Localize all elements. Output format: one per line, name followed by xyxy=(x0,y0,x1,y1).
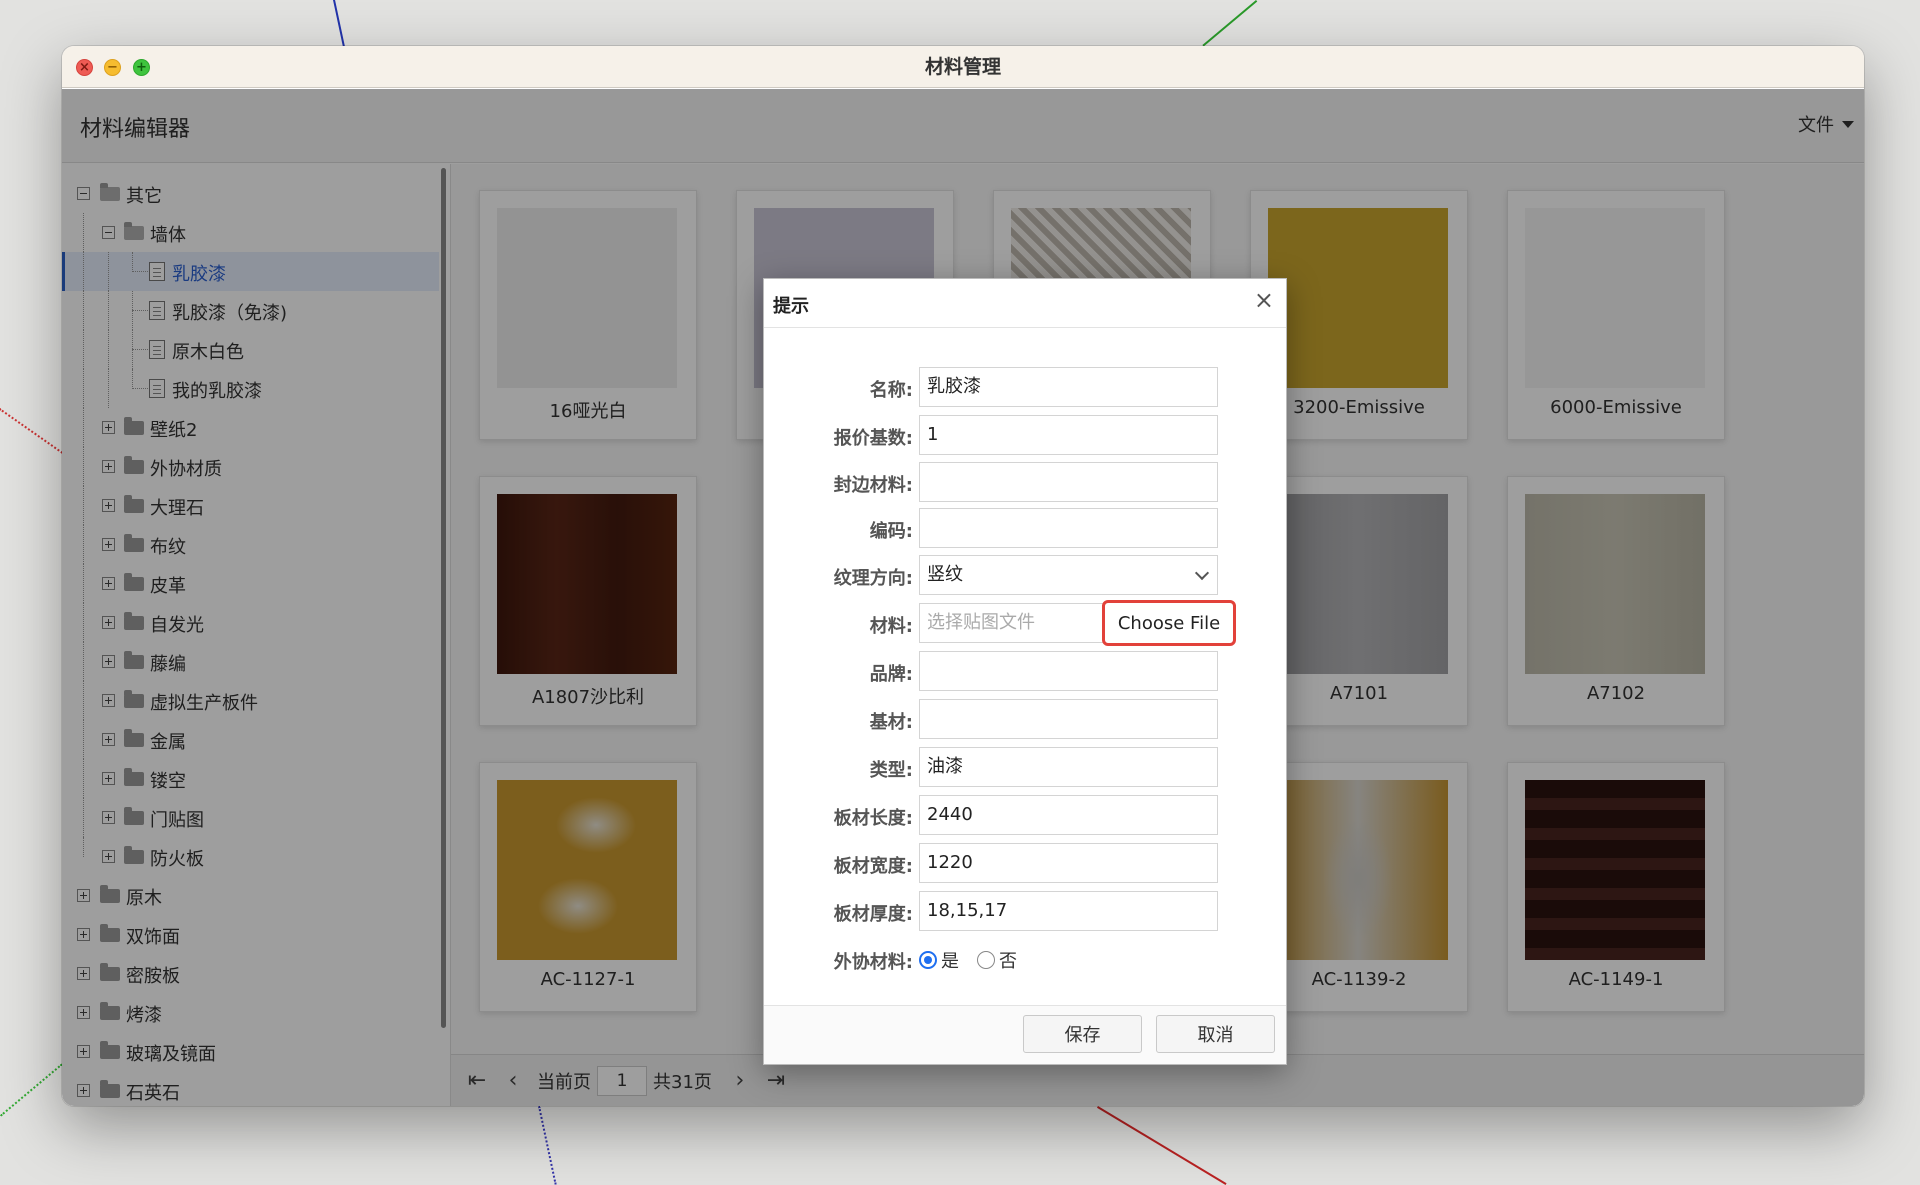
width-label: 板材宽度: xyxy=(833,856,913,877)
form-row-type: 类型: 油漆 xyxy=(764,747,1286,787)
edge-material-input[interactable] xyxy=(919,462,1218,502)
form-row-grain: 纹理方向: 竖纹 xyxy=(764,555,1286,595)
grain-select-value: 竖纹 xyxy=(927,564,963,585)
code-input[interactable] xyxy=(919,508,1218,548)
outsourced-yes-label: 是 xyxy=(941,951,959,972)
app-window: × − + 材料管理 材料编辑器 文件 其它 墙体 乳胶漆 乳胶漆（免漆) 原木… xyxy=(62,46,1864,1106)
background-line xyxy=(0,408,66,456)
length-label: 板材长度: xyxy=(833,808,913,829)
form-row-quote-base: 报价基数: 1 xyxy=(764,415,1286,455)
dialog-footer: 保存 取消 xyxy=(764,1005,1286,1064)
form-row-width: 板材宽度: 1220 xyxy=(764,843,1286,883)
background-line xyxy=(1096,1106,1227,1185)
form-row-length: 板材长度: 2440 xyxy=(764,795,1286,835)
quote-base-label: 报价基数: xyxy=(833,428,913,449)
name-input[interactable]: 乳胶漆 xyxy=(919,367,1218,407)
outsourced-no-label: 否 xyxy=(999,951,1017,972)
substrate-input[interactable] xyxy=(919,699,1218,739)
type-input[interactable]: 油漆 xyxy=(919,747,1218,787)
code-label: 编码: xyxy=(869,521,913,542)
edge-material-label: 封边材料: xyxy=(833,475,913,496)
edit-material-dialog: 提示 × 名称: 乳胶漆 报价基数: 1 封边材料: 编码: 纹理方向: 竖纹 xyxy=(763,278,1287,1065)
dialog-header: 提示 × xyxy=(764,279,1286,328)
cancel-button[interactable]: 取消 xyxy=(1156,1015,1275,1053)
form-row-thickness: 板材厚度: 18,15,17 xyxy=(764,891,1286,931)
form-row-edge-material: 封边材料: xyxy=(764,462,1286,502)
background-line xyxy=(0,1063,63,1117)
window-title: 材料管理 xyxy=(924,56,1001,78)
background-line xyxy=(333,0,345,47)
background-line xyxy=(538,1106,557,1185)
outsourced-radio-group: 是 否 xyxy=(919,947,1017,973)
length-input[interactable]: 2440 xyxy=(919,795,1218,835)
chevron-down-icon xyxy=(1194,565,1210,581)
form-row-substrate: 基材: xyxy=(764,699,1286,739)
substrate-label: 基材: xyxy=(869,712,913,733)
brand-input[interactable] xyxy=(919,651,1218,691)
outsourced-label: 外协材料: xyxy=(833,952,913,973)
close-icon[interactable]: × xyxy=(1254,288,1274,312)
form-row-material: 材料: 选择贴图文件 Choose File xyxy=(764,600,1286,646)
outsourced-yes-radio[interactable] xyxy=(919,951,937,969)
brand-label: 品牌: xyxy=(869,664,913,685)
outsourced-no-radio[interactable] xyxy=(977,951,995,969)
grain-label: 纹理方向: xyxy=(833,568,913,589)
choose-file-button[interactable]: Choose File xyxy=(1102,600,1236,646)
save-button[interactable]: 保存 xyxy=(1023,1015,1142,1053)
thickness-label: 板材厚度: xyxy=(833,904,913,925)
type-label: 类型: xyxy=(869,760,913,781)
width-input[interactable]: 1220 xyxy=(919,843,1218,883)
title-bar: × − + 材料管理 xyxy=(62,46,1864,88)
material-label: 材料: xyxy=(869,616,913,637)
form-row-outsourced: 外协材料: 是 否 xyxy=(764,939,1286,979)
form-row-code: 编码: xyxy=(764,508,1286,548)
thickness-input[interactable]: 18,15,17 xyxy=(919,891,1218,931)
form-row-brand: 品牌: xyxy=(764,651,1286,691)
grain-select[interactable]: 竖纹 xyxy=(919,555,1218,595)
background-line xyxy=(1202,0,1258,47)
quote-base-input[interactable]: 1 xyxy=(919,415,1218,455)
form-row-name: 名称: 乳胶漆 xyxy=(764,367,1286,407)
dialog-title: 提示 xyxy=(773,296,809,317)
name-label: 名称: xyxy=(869,380,913,401)
